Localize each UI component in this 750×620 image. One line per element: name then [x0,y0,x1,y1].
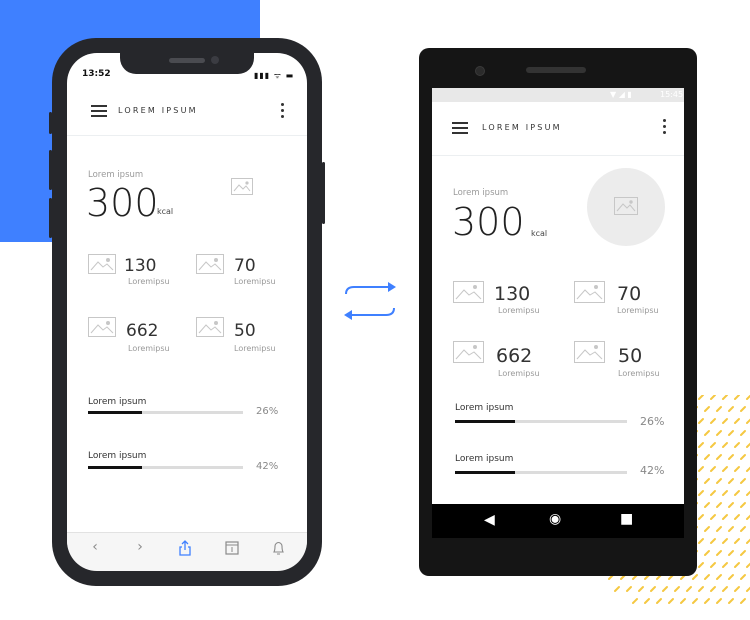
progress-label: Lorem ipsum [455,403,514,413]
stat-label: Loremipsu [128,344,170,353]
iphone-screen [67,53,307,570]
menu-icon[interactable] [452,122,468,134]
bell-icon[interactable] [272,541,285,555]
stat-value: 662 [126,321,159,341]
android-status-time: 15:45 [660,90,684,99]
stat-value: 70 [617,283,642,305]
progress-fill [88,411,143,414]
progress-label: Lorem ipsum [88,397,147,407]
progress-label: Lorem ipsum [455,454,514,464]
stat-label: Loremipsu [128,277,170,286]
progress-track [455,420,627,423]
image-placeholder-icon [453,281,484,303]
android-speaker [526,67,586,73]
more-vert-icon[interactable] [281,103,285,121]
chevron-left-icon[interactable]: ‹ [86,539,104,555]
bookmarks-icon[interactable] [225,541,239,555]
image-placeholder-icon [574,341,605,363]
progress-track [88,411,243,414]
android-status-icons: ▼ ◢ ▮ [610,90,632,99]
stat-label: Loremipsu [617,306,659,315]
image-placeholder-icon [614,197,638,215]
stat-value: 70 [234,256,256,276]
ios-status-time: 13:52 [82,69,111,79]
nav-home-icon[interactable]: ◉ [549,511,561,527]
iphone-speaker [169,58,205,63]
stat-value: 50 [618,345,643,367]
nav-back-icon[interactable]: ◀ [484,512,495,528]
image-placeholder-icon [196,317,224,337]
progress-fill [455,471,516,474]
iphone-camera [211,56,219,64]
progress-label: Lorem ipsum [88,451,147,461]
progress-percent: 26% [256,406,279,417]
app-title: LOREM IPSUM [482,123,562,132]
share-icon[interactable] [178,540,192,556]
progress-track [88,466,243,469]
stat-value: 50 [234,321,256,341]
nav-recents-icon[interactable]: ■ [620,511,633,527]
appbar-divider [432,155,684,156]
progress-percent: 42% [640,464,665,477]
summary-label: Lorem ipsum [453,188,509,198]
progress-percent: 42% [256,461,279,472]
summary-unit: kcal [157,207,174,216]
progress-track [455,471,627,474]
ios-status-icons: ▮▮▮ ᯤ ▬ [254,71,295,80]
image-placeholder-icon [574,281,605,303]
image-placeholder-icon [453,341,484,363]
summary-label: Lorem ipsum [88,170,144,180]
menu-icon[interactable] [91,105,107,117]
stat-label: Loremipsu [498,369,540,378]
stat-value: 662 [496,345,533,367]
android-status-bar [432,88,684,102]
stat-label: Loremipsu [498,306,540,315]
more-vert-icon[interactable] [663,119,667,137]
android-camera [475,66,485,76]
chevron-right-icon[interactable]: › [131,539,149,555]
stat-label: Loremipsu [234,277,276,286]
image-placeholder-icon [231,178,253,195]
progress-fill [455,420,516,423]
image-placeholder-icon [196,254,224,274]
summary-unit: kcal [531,229,548,238]
stat-label: Loremipsu [234,344,276,353]
app-title: LOREM IPSUM [118,106,198,115]
appbar-divider [67,135,307,136]
progress-percent: 26% [640,415,665,428]
image-placeholder-icon [88,254,116,274]
progress-fill [88,466,143,469]
swap-arrows-icon [344,282,396,320]
stat-value: 130 [124,256,157,276]
image-placeholder-icon [88,317,116,337]
summary-value: 300 [86,181,159,225]
stat-value: 130 [494,283,531,305]
stat-label: Loremipsu [618,369,660,378]
summary-value: 300 [452,200,525,244]
